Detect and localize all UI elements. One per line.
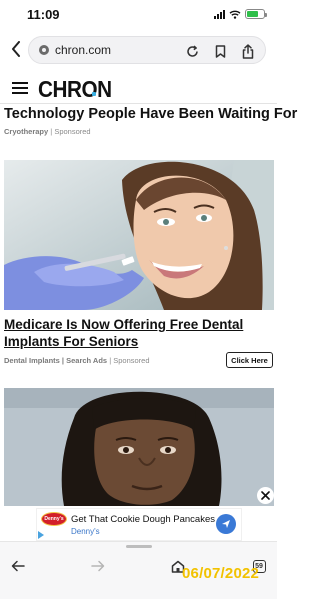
- sponsored-label: Sponsored: [54, 127, 91, 136]
- mugshot-ad-image[interactable]: [4, 388, 274, 506]
- browser-address-row: chron.com: [0, 32, 277, 68]
- status-bar: 11:09: [0, 0, 277, 30]
- ad-headline-dental[interactable]: Medicare Is Now Offering Free Dental Imp…: [4, 316, 274, 350]
- dental-ad-image[interactable]: [4, 160, 274, 310]
- site-info-icon[interactable]: [39, 45, 49, 55]
- status-icons: [214, 9, 267, 19]
- close-ad-icon[interactable]: [257, 487, 274, 504]
- battery-icon: [245, 9, 267, 19]
- url-text[interactable]: chron.com: [55, 43, 111, 57]
- ad-sponsor-line-dental: Dental Implants | Search Ads | Sponsored: [4, 356, 150, 365]
- banner-ad-title[interactable]: Get That Cookie Dough Pancakes: [71, 514, 215, 525]
- reload-icon[interactable]: [183, 42, 201, 60]
- dennys-logo: Denny's: [41, 512, 67, 526]
- ad-sponsor-line: Cryotherapy | Sponsored: [4, 127, 91, 136]
- banner-ad-subtitle[interactable]: Denny's: [71, 527, 100, 536]
- site-header: CHRON: [0, 72, 277, 104]
- back-arrow-icon[interactable]: [8, 556, 28, 576]
- site-logo[interactable]: CHRON: [38, 76, 112, 103]
- status-time: 11:09: [27, 7, 60, 22]
- ad-source: Cryotherapy: [4, 127, 49, 136]
- bookmark-icon[interactable]: [211, 42, 229, 60]
- wifi-icon: [229, 10, 241, 19]
- battery-level: [247, 11, 259, 17]
- signal-icon: [214, 9, 225, 19]
- address-bar[interactable]: chron.com: [28, 36, 266, 64]
- back-chevron-icon[interactable]: [6, 38, 26, 60]
- ad-choices-icon[interactable]: [38, 531, 44, 539]
- logo-dot: [92, 92, 96, 96]
- ad-source-dental: Dental Implants | Search Ads: [4, 356, 108, 365]
- click-here-button[interactable]: Click Here: [226, 352, 273, 368]
- forward-arrow-icon[interactable]: [88, 556, 108, 576]
- hamburger-menu-icon[interactable]: [12, 82, 28, 94]
- directions-arrow-icon[interactable]: [216, 514, 236, 534]
- drag-handle[interactable]: [126, 545, 152, 548]
- ad-headline[interactable]: Technology People Have Been Waiting For: [4, 106, 297, 122]
- sponsored-label-dental: Sponsored: [113, 356, 150, 365]
- date-stamp: 06/07/2022: [182, 565, 260, 582]
- share-icon[interactable]: [239, 42, 257, 60]
- banner-ad[interactable]: Denny's Get That Cookie Dough Pancakes D…: [36, 508, 242, 541]
